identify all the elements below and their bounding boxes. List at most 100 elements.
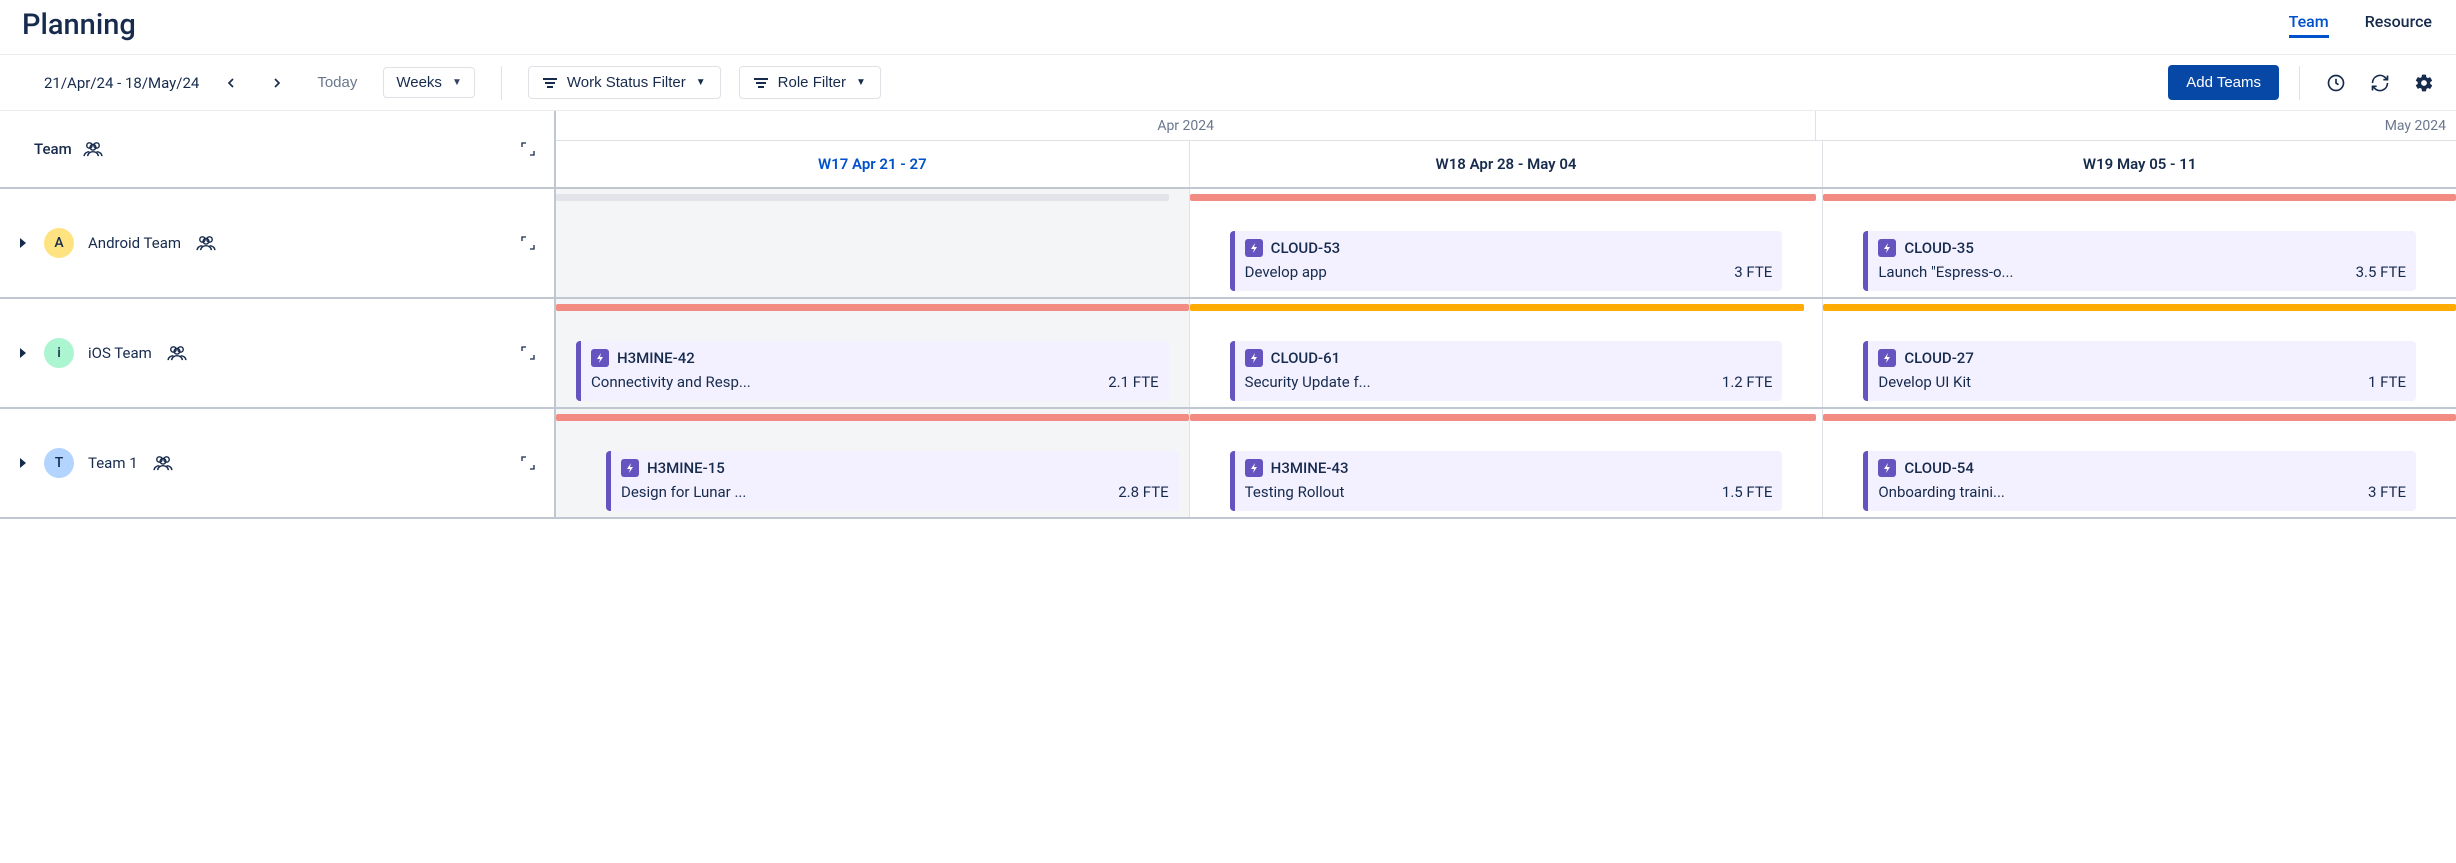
toolbar-divider [2299,66,2300,100]
epic-icon [591,349,609,367]
caret-right-icon [18,237,28,249]
capacity-strip [1190,194,1817,201]
people-icon [82,141,104,157]
chevron-left-icon [223,75,239,91]
task-card[interactable]: CLOUD-54 Onboarding traini... 3 FTE [1863,451,2416,511]
avatar: T [44,448,74,478]
weeks-label: Weeks [396,74,442,91]
filter-icon [754,78,768,88]
task-card[interactable]: H3MINE-15 Design for Lunar ... 2.8 FTE [606,451,1179,511]
epic-icon [1878,239,1896,257]
capacity-strip [1190,414,1817,421]
clock-icon [2326,73,2346,93]
team-column-label: Team [34,140,72,158]
task-key: CLOUD-61 [1271,349,1341,367]
task-key: CLOUD-35 [1904,239,1974,257]
epic-icon [1878,459,1896,477]
task-title: Onboarding traini... [1878,483,2005,501]
task-card[interactable]: CLOUD-61 Security Update f... 1.2 FTE [1230,341,1783,401]
people-icon[interactable] [166,345,188,361]
task-fte: 3.5 FTE [2356,263,2406,281]
team-row: T Team 1 H3MINE-15 Design for Lunar ... [0,409,2456,519]
epic-icon [1245,349,1263,367]
refresh-button[interactable] [2364,67,2396,99]
epic-icon [1878,349,1896,367]
next-week-button[interactable] [263,69,291,97]
task-title: Develop UI Kit [1878,373,1971,391]
task-card[interactable]: CLOUD-53 Develop app 3 FTE [1230,231,1783,291]
settings-button[interactable] [2408,67,2440,99]
collapse-row-button[interactable] [518,343,538,363]
toolbar-divider [501,66,502,100]
caret-right-icon [18,457,28,469]
task-fte: 3 FTE [1734,263,1772,281]
task-card[interactable]: CLOUD-35 Launch "Espress-o... 3.5 FTE [1863,231,2416,291]
week-cell[interactable]: W18 Apr 28 - May 04 [1190,141,1824,187]
people-icon[interactable] [195,235,217,251]
caret-down-icon: ▼ [696,77,706,88]
timeline-header: Team Apr 2024 May 2024 W17 Apr 21 - 27 W… [0,111,2456,189]
task-title: Launch "Espress-o... [1878,263,2013,281]
team-row: i iOS Team H3MINE-42 Connectivity and Re… [0,299,2456,409]
capacity-strip [556,194,1169,201]
caret-down-icon: ▼ [452,77,462,88]
task-title: Develop app [1245,263,1327,281]
collapse-row-button[interactable] [518,233,538,253]
view-tabs: Team Resource [2289,12,2440,38]
task-title: Security Update f... [1245,373,1371,391]
people-icon[interactable] [152,455,174,471]
expand-row-button[interactable] [16,237,30,249]
add-teams-button[interactable]: Add Teams [2168,65,2279,100]
clock-button[interactable] [2320,67,2352,99]
avatar: i [44,338,74,368]
task-key: CLOUD-54 [1904,459,1974,477]
epic-icon [1245,459,1263,477]
work-status-filter-label: Work Status Filter [567,74,686,91]
week-cell[interactable]: W19 May 05 - 11 [1823,141,2456,187]
task-card[interactable]: H3MINE-43 Testing Rollout 1.5 FTE [1230,451,1783,511]
tab-resource[interactable]: Resource [2365,12,2432,38]
avatar: A [44,228,74,258]
role-filter[interactable]: Role Filter ▼ [739,66,881,99]
team-name: Team 1 [88,454,138,472]
task-key: CLOUD-27 [1904,349,1974,367]
collapse-column-button[interactable] [518,139,538,159]
task-title: Design for Lunar ... [621,483,746,501]
task-title: Connectivity and Resp... [591,373,751,391]
weeks-dropdown[interactable]: Weeks ▼ [383,67,474,98]
month-cell: May 2024 [1816,111,2456,140]
task-card[interactable]: CLOUD-27 Develop UI Kit 1 FTE [1863,341,2416,401]
capacity-strip [1823,304,2456,311]
task-fte: 3 FTE [2368,483,2406,501]
tab-team[interactable]: Team [2289,12,2329,38]
week-cell[interactable]: W17 Apr 21 - 27 [556,141,1190,187]
refresh-icon [2370,73,2390,93]
capacity-strip [1190,304,1805,311]
team-row: A Android Team CLOUD-53 [0,189,2456,299]
task-card[interactable]: H3MINE-42 Connectivity and Resp... 2.1 F… [576,341,1169,401]
prev-week-button[interactable] [217,69,245,97]
date-range: 21/Apr/24 - 18/May/24 [44,74,199,92]
work-status-filter[interactable]: Work Status Filter ▼ [528,66,721,99]
task-fte: 1 FTE [2368,373,2406,391]
today-button[interactable]: Today [309,70,365,95]
role-filter-label: Role Filter [778,74,846,91]
task-key: CLOUD-53 [1271,239,1341,257]
caret-right-icon [18,347,28,359]
filter-icon [543,78,557,88]
task-key: H3MINE-42 [617,349,695,367]
team-name: Android Team [88,234,181,252]
expand-row-button[interactable] [16,347,30,359]
team-name: iOS Team [88,344,152,362]
expand-row-button[interactable] [16,457,30,469]
task-fte: 2.8 FTE [1118,483,1168,501]
task-fte: 2.1 FTE [1108,373,1158,391]
month-cell: Apr 2024 [556,111,1816,140]
chevron-right-icon [269,75,285,91]
epic-icon [621,459,639,477]
task-fte: 1.2 FTE [1722,373,1772,391]
capacity-strip [556,304,1189,311]
gear-icon [2414,73,2434,93]
task-title: Testing Rollout [1245,483,1345,501]
collapse-row-button[interactable] [518,453,538,473]
